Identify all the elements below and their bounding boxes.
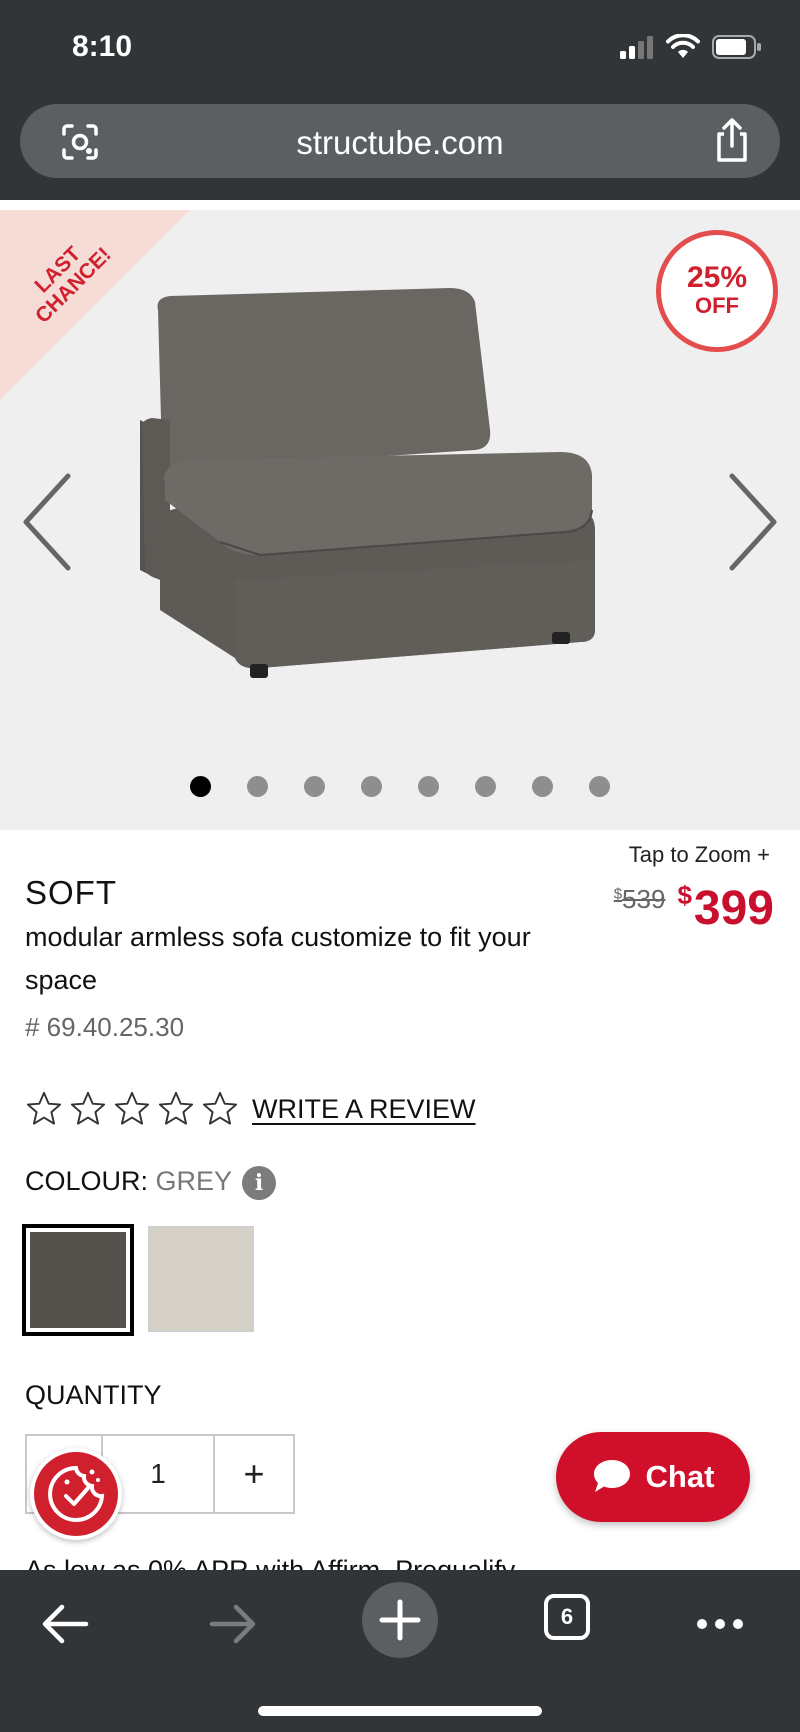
cookie-settings-button[interactable] bbox=[30, 1448, 122, 1540]
original-price-symbol: $ bbox=[613, 885, 623, 903]
product-title: SOFT bbox=[25, 874, 117, 911]
product-sku: # 69.40.25.30 bbox=[25, 1012, 185, 1042]
previous-image-arrow[interactable] bbox=[18, 472, 78, 572]
carousel-dot[interactable] bbox=[304, 776, 325, 797]
star-icon[interactable] bbox=[69, 1090, 107, 1128]
forward-arrow-icon[interactable] bbox=[202, 1594, 262, 1654]
chat-bubble-icon bbox=[593, 1460, 630, 1492]
sale-price-value: 399 bbox=[693, 882, 774, 935]
star-icon[interactable] bbox=[113, 1090, 151, 1128]
wifi-icon bbox=[666, 34, 700, 58]
colour-value: GREY bbox=[155, 1166, 233, 1196]
colour-label: COLOUR: GREY bbox=[25, 1166, 232, 1197]
original-price-value: 539 bbox=[622, 884, 666, 914]
discount-off-label: OFF bbox=[695, 293, 739, 318]
carousel-dot[interactable] bbox=[247, 776, 268, 797]
carousel-dot[interactable] bbox=[190, 776, 211, 797]
carousel-dot[interactable] bbox=[361, 776, 382, 797]
home-indicator[interactable] bbox=[258, 1706, 542, 1716]
original-price: $539 bbox=[614, 884, 666, 915]
carousel-dot[interactable] bbox=[475, 776, 496, 797]
battery-icon bbox=[712, 35, 761, 59]
chat-label: Chat bbox=[645, 1459, 715, 1494]
product-image bbox=[140, 288, 596, 678]
share-icon[interactable] bbox=[712, 118, 752, 164]
product-subtitle: modular armless sofa customize to fit yo… bbox=[25, 922, 531, 995]
star-icon[interactable] bbox=[25, 1090, 63, 1128]
tab-switcher-button[interactable]: 6 bbox=[544, 1594, 590, 1640]
star-icon[interactable] bbox=[157, 1090, 195, 1128]
chat-button[interactable]: Chat bbox=[556, 1432, 750, 1522]
cookie-icon bbox=[48, 1465, 105, 1522]
carousel-dot[interactable] bbox=[589, 776, 610, 797]
product-gallery[interactable]: LAST CHANCE! 25% OFF bbox=[0, 210, 800, 830]
colour-label-text: COLOUR: bbox=[25, 1166, 149, 1196]
sale-price: $399 bbox=[677, 870, 774, 934]
tap-to-zoom[interactable]: Tap to Zoom + bbox=[629, 842, 770, 868]
status-time: 8:10 bbox=[72, 30, 133, 63]
new-tab-button[interactable] bbox=[362, 1582, 438, 1658]
star-icon[interactable] bbox=[201, 1090, 239, 1128]
plus-icon bbox=[379, 1599, 421, 1641]
browser-chrome-top: 8:10 structube.com bbox=[0, 0, 800, 200]
sale-price-symbol: $ bbox=[677, 880, 692, 910]
quantity-plus-button[interactable]: + bbox=[215, 1436, 293, 1512]
carousel-dot[interactable] bbox=[418, 776, 439, 797]
info-icon[interactable]: i bbox=[242, 1166, 276, 1200]
price-block: $539 $399 bbox=[614, 870, 774, 934]
signal-icon bbox=[620, 36, 653, 59]
quantity-label: QUANTITY bbox=[25, 1380, 162, 1410]
address-bar[interactable]: structube.com bbox=[20, 104, 780, 178]
url-text[interactable]: structube.com bbox=[20, 124, 780, 162]
next-image-arrow[interactable] bbox=[722, 472, 782, 572]
carousel-dots bbox=[0, 776, 800, 797]
affirm-message: As low as 0% APR with Affirm. Prequalify bbox=[25, 1555, 516, 1571]
write-review-link[interactable]: WRITE A REVIEW bbox=[252, 1094, 476, 1125]
rating-stars[interactable] bbox=[25, 1090, 239, 1128]
more-options-icon[interactable] bbox=[690, 1594, 750, 1654]
status-icons bbox=[620, 34, 762, 60]
discount-badge: 25% OFF bbox=[656, 230, 778, 352]
swatch-grey-fill bbox=[30, 1232, 126, 1328]
discount-percent: 25% bbox=[686, 261, 748, 294]
carousel-dot[interactable] bbox=[532, 776, 553, 797]
swatch-cream[interactable] bbox=[148, 1226, 254, 1332]
swatch-grey[interactable] bbox=[22, 1224, 134, 1336]
back-arrow-icon[interactable] bbox=[36, 1594, 96, 1654]
